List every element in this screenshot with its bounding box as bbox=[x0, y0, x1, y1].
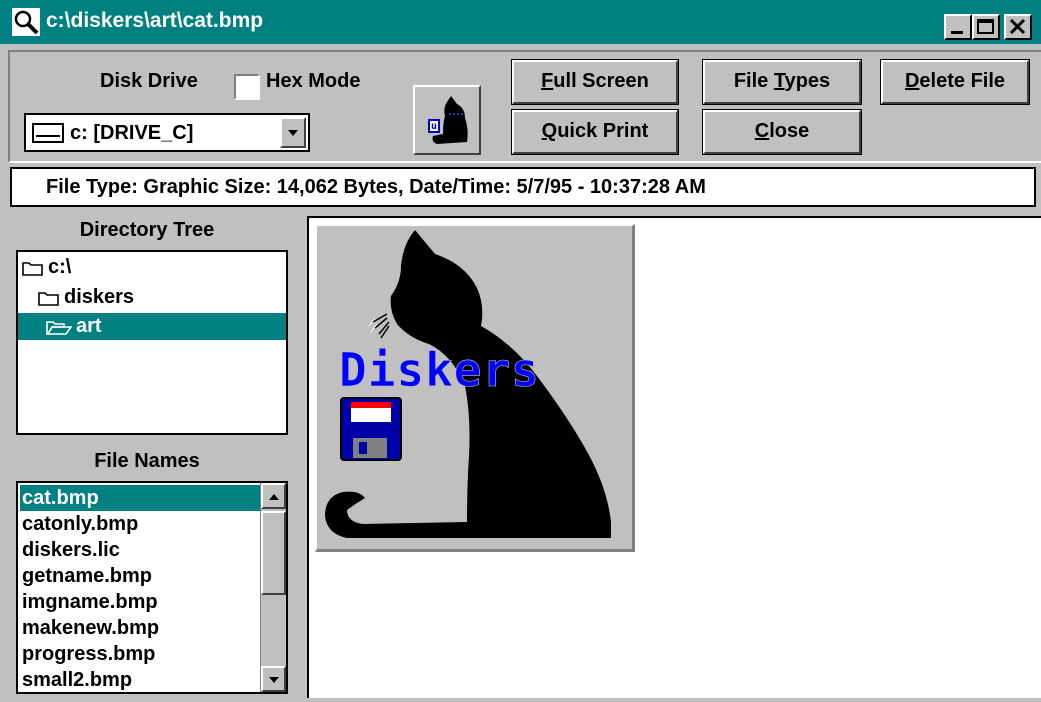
minimize-icon bbox=[951, 31, 963, 34]
window-title: c:\diskers\art\cat.bmp bbox=[46, 9, 264, 32]
scroll-thumb[interactable] bbox=[261, 511, 286, 595]
close-label: lose bbox=[769, 120, 810, 142]
full-screen-label: ull Screen bbox=[553, 70, 649, 92]
cat-silhouette-image: Diskers bbox=[317, 226, 632, 549]
quick-print-button[interactable]: Quick Print bbox=[511, 109, 679, 155]
directory-tree[interactable]: c:\ diskers art bbox=[16, 250, 288, 435]
magnifier-icon[interactable] bbox=[12, 8, 40, 36]
folder-closed-icon bbox=[22, 262, 43, 276]
drive-select[interactable]: c: [DRIVE_C] bbox=[24, 113, 310, 152]
cat-icon: u bbox=[428, 96, 468, 144]
tree-item-c-root[interactable]: c:\ bbox=[20, 254, 71, 281]
file-list-scrollbar[interactable] bbox=[260, 483, 286, 692]
app-window: c:\diskers\art\cat.bmp Disk Drive Hex Mo… bbox=[0, 0, 1041, 702]
chevron-up-icon bbox=[268, 494, 279, 500]
folder-closed-icon bbox=[38, 292, 59, 306]
file-list-item[interactable]: small2.bmp bbox=[20, 667, 262, 693]
file-list-item[interactable]: makenew.bmp bbox=[20, 615, 262, 641]
file-types-button[interactable]: File Types bbox=[702, 59, 862, 105]
hex-mode-label[interactable]: Hex Mode bbox=[266, 70, 360, 93]
close-accel: C bbox=[754, 120, 770, 142]
image-preview-pane: Diskers bbox=[307, 216, 1041, 698]
title-bar[interactable]: c:\diskers\art\cat.bmp bbox=[0, 0, 1041, 44]
file-names-title: File Names bbox=[94, 450, 200, 472]
diskers-image-text: Diskers bbox=[339, 343, 540, 397]
scroll-down-button[interactable] bbox=[261, 666, 286, 692]
full-screen-accel: F bbox=[541, 70, 554, 92]
chevron-down-icon bbox=[288, 130, 298, 136]
close-window-button[interactable] bbox=[1004, 14, 1032, 40]
hex-mode-checkbox[interactable] bbox=[234, 74, 260, 100]
quick-print-label: uick Print bbox=[557, 120, 649, 142]
close-icon bbox=[1009, 18, 1026, 35]
maximize-icon bbox=[977, 19, 994, 34]
file-info-text: File Type: Graphic Size: 14,062 Bytes, D… bbox=[46, 176, 706, 198]
file-list-item[interactable]: imgname.bmp bbox=[20, 589, 262, 615]
floppy-disk-icon bbox=[340, 397, 402, 461]
full-screen-button[interactable]: Full Screen bbox=[511, 59, 679, 105]
tree-item-label: diskers bbox=[64, 286, 135, 308]
disk-drive-label: Disk Drive bbox=[100, 70, 198, 92]
tree-item-diskers[interactable]: diskers bbox=[20, 284, 134, 311]
delete-file-label: elete File bbox=[919, 70, 1006, 92]
file-list-item[interactable]: getname.bmp bbox=[20, 563, 262, 589]
file-list[interactable]: cat.bmp catonly.bmp diskers.lic getname.… bbox=[16, 481, 288, 694]
svg-text:u: u bbox=[431, 121, 437, 132]
file-list-item[interactable]: catonly.bmp bbox=[20, 511, 262, 537]
drive-icon bbox=[32, 123, 64, 143]
drive-select-value: c: [DRIVE_C] bbox=[70, 122, 194, 144]
file-types-label: ypes bbox=[784, 70, 831, 92]
chevron-down-icon bbox=[268, 677, 279, 683]
file-types-label-pre: File bbox=[733, 70, 774, 92]
file-list-item[interactable]: diskers.lic bbox=[20, 537, 262, 563]
tree-item-label: art bbox=[76, 315, 102, 337]
directory-tree-title: Directory Tree bbox=[79, 219, 215, 241]
quick-print-accel: Q bbox=[541, 120, 558, 142]
file-list-item[interactable]: progress.bmp bbox=[20, 641, 262, 667]
file-list-item[interactable]: cat.bmp bbox=[20, 485, 262, 511]
file-info-bar: File Type: Graphic Size: 14,062 Bytes, D… bbox=[10, 167, 1036, 207]
folder-open-icon bbox=[46, 321, 73, 335]
bitmap-image: Diskers bbox=[315, 224, 635, 552]
tree-item-art[interactable]: art bbox=[18, 313, 286, 340]
minimize-button[interactable] bbox=[944, 14, 972, 40]
file-types-accel: T bbox=[773, 70, 785, 92]
maximize-button[interactable] bbox=[972, 14, 1000, 40]
delete-file-button[interactable]: Delete File bbox=[880, 59, 1030, 105]
toolbar-panel: Disk Drive Hex Mode c: [DRIVE_C] u Full … bbox=[8, 50, 1041, 163]
close-button[interactable]: Close bbox=[702, 109, 862, 155]
scroll-up-button[interactable] bbox=[261, 483, 286, 509]
view-image-button[interactable]: u bbox=[413, 85, 481, 155]
tree-item-label: c:\ bbox=[48, 256, 72, 278]
delete-file-accel: D bbox=[904, 70, 920, 92]
drive-dropdown-button[interactable] bbox=[280, 117, 306, 148]
